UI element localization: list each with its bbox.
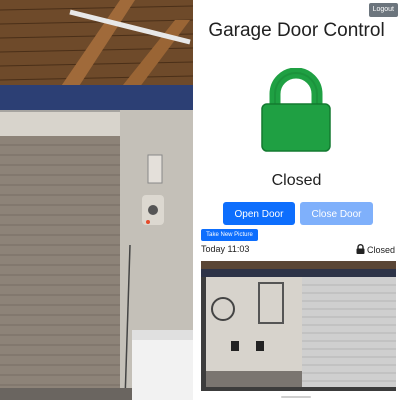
page-title: Garage Door Control [208,20,385,41]
scroll-indicator [281,396,311,398]
latest-picture [201,261,396,391]
snapshot-status-label: Closed [366,245,395,255]
take-picture-button[interactable]: Take New Picture [201,229,258,241]
door-status: Closed [271,172,322,189]
lock-closed-icon [261,67,331,158]
close-door-button[interactable]: Close Door [300,202,373,225]
snapshot-timestamp: Today 11:03 [201,244,250,254]
lock-small-icon [356,244,365,256]
camera-photo [0,0,193,400]
logout-button[interactable]: Logout [368,3,398,17]
open-door-button[interactable]: Open Door [223,202,295,225]
snapshot-status: Closed [356,244,395,256]
control-panel: Logout Garage Door Control Closed Open D… [193,0,400,400]
